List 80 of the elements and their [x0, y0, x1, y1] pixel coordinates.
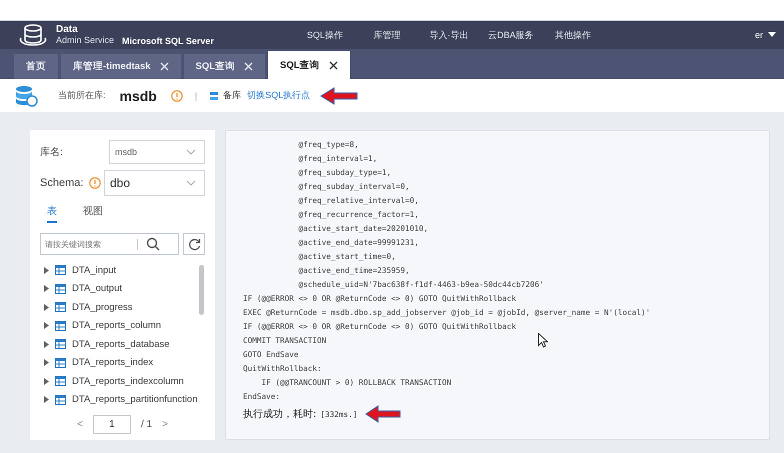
tab[interactable]: 首页 [14, 54, 58, 79]
database-role: 备库 [223, 89, 242, 102]
table-list-item[interactable]: DTA_progress [40, 298, 199, 316]
expand-arrow-icon[interactable] [44, 378, 49, 385]
table-name: DTA_reports_database [72, 338, 170, 350]
caret-icon[interactable] [768, 32, 776, 38]
expand-arrow-icon[interactable] [44, 359, 49, 366]
expand-arrow-icon[interactable] [44, 396, 49, 404]
table-list-item[interactable]: DTA_input [40, 261, 199, 280]
table-name: DTA_output [72, 283, 122, 294]
expand-arrow-icon[interactable] [44, 285, 49, 292]
table-list-item[interactable]: DTA_reports_indexcolumn [40, 372, 199, 390]
mouse-pointer-icon [538, 333, 548, 348]
table-list-item[interactable]: DTA_reports_index [40, 354, 199, 372]
table-list-item[interactable]: DTA_reports_partitionfunction [40, 390, 199, 409]
nav-menu-item[interactable]: 导入·导出 [418, 28, 480, 42]
search-field[interactable]: 请按关键词搜索 [40, 233, 179, 255]
expand-arrow-icon[interactable] [44, 322, 49, 330]
table-icon [55, 339, 66, 350]
separator: | [194, 90, 198, 100]
expand-arrow-icon[interactable] [44, 266, 49, 274]
table-name: DTA_reports_column [72, 320, 162, 332]
search-icon[interactable] [146, 237, 160, 251]
table-name: DTA_progress [72, 302, 133, 313]
page-total: / 1 [140, 419, 152, 430]
tab[interactable]: 库管理-timedtask [61, 54, 181, 79]
result-message: 执行成功，耗时: [243, 408, 316, 421]
next-page-button[interactable]: > [162, 419, 168, 430]
table-list-item[interactable]: DTA_reports_column [40, 316, 199, 335]
close-icon[interactable] [328, 60, 338, 70]
nav-menu-item[interactable]: 云DBA服务 [480, 28, 542, 42]
refresh-button[interactable] [183, 233, 205, 255]
brand-subtitle: Admin Service [56, 35, 114, 46]
nav-menu-item[interactable]: SQL操作 [294, 28, 356, 42]
table-list-item[interactable]: DTA_output [40, 280, 199, 298]
tab[interactable]: SQL查询 [268, 51, 350, 79]
table-name: DTA_input [72, 264, 116, 276]
tab-label: 首页 [26, 60, 46, 73]
nav-menu-item[interactable]: 其他操作 [542, 28, 604, 42]
schema-label: Schema: [40, 177, 84, 189]
sub-tab[interactable]: 视图 [83, 204, 103, 223]
arrow-icon [365, 405, 402, 423]
table-icon [55, 376, 66, 386]
nav-menu-item[interactable]: 库管理 [356, 28, 418, 42]
schema-select[interactable]: dbo [104, 170, 205, 196]
page-input[interactable]: 1 [92, 415, 131, 434]
tab-label: SQL查询 [280, 58, 320, 72]
database-select[interactable]: msdb [109, 140, 205, 164]
expand-arrow-icon[interactable] [44, 340, 49, 348]
product-name: Microsoft SQL Server [122, 36, 214, 46]
table-icon [55, 394, 66, 405]
current-database-label: 当前所在库: [58, 89, 106, 102]
table-name: DTA_reports_partitionfunction [72, 394, 198, 406]
previous-page-button[interactable]: < [77, 419, 83, 430]
brand-title: Data [56, 24, 79, 35]
table-list-item[interactable]: DTA_reports_database [40, 335, 199, 354]
table-icon [55, 302, 66, 312]
server-icon [209, 90, 220, 100]
database-label: 库名: [40, 146, 64, 159]
tab-label: SQL查询 [196, 60, 236, 73]
refresh-icon [188, 238, 200, 250]
current-database-name: msdb [120, 88, 157, 104]
expand-arrow-icon[interactable] [44, 304, 49, 311]
table-name: DTA_reports_indexcolumn [72, 376, 184, 387]
database-logo-icon [18, 23, 48, 47]
sub-tab[interactable]: 表 [47, 204, 57, 223]
table-name: DTA_reports_index [72, 357, 154, 368]
tab[interactable]: SQL查询 [184, 54, 266, 79]
table-icon [55, 265, 66, 276]
user-menu[interactable]: er [754, 30, 763, 40]
tab-label: 库管理-timedtask [73, 60, 151, 73]
chevron-down-icon [186, 180, 196, 186]
database-icon [14, 84, 38, 108]
arrow-icon [320, 86, 358, 104]
scrollbar-thumb[interactable] [199, 265, 204, 315]
table-icon [55, 284, 66, 294]
table-icon [55, 358, 66, 368]
chevron-down-icon [186, 149, 196, 155]
switch-sql-link[interactable]: 切换SQL执行点 [247, 89, 310, 102]
table-icon [55, 320, 66, 331]
